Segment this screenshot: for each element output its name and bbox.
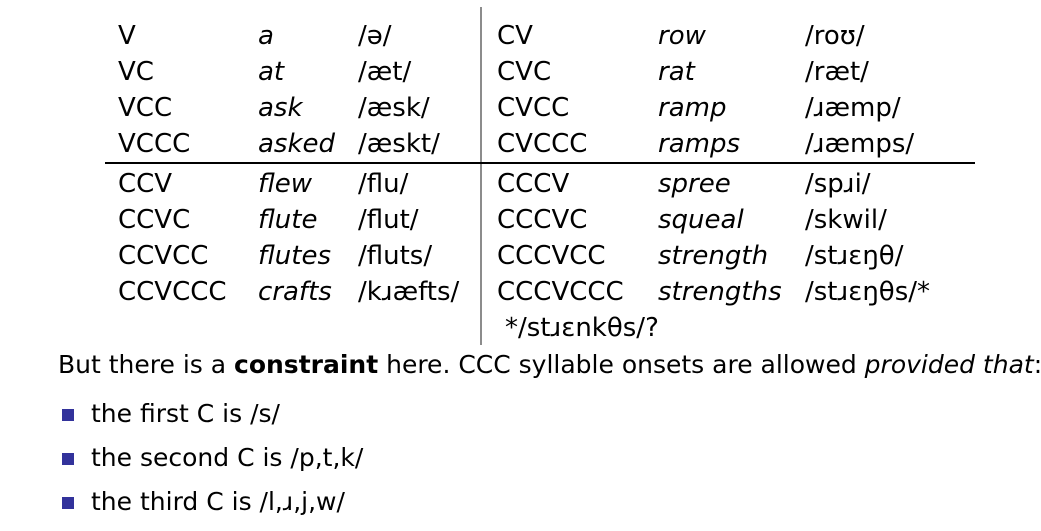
cell-word: rat [658,57,695,87]
cell-ipa: /ɹæmp/ [805,93,901,123]
cell-ipa: /æskt/ [358,129,440,159]
cell-pattern: CCCVCC [497,241,606,271]
bullet-square-icon [62,453,74,465]
list-item: the first C is /s/ [58,392,758,436]
cell-ipa: /æsk/ [358,93,430,123]
cell-ipa-continuation: */stɹɛnkθs/? [505,313,659,343]
cell-word: crafts [258,277,332,307]
list-item-label: the third C is /l,ɹ,j,w/ [91,487,345,516]
cell-pattern: CCV [118,169,173,199]
cell-pattern: CCVC [118,205,191,235]
cell-ipa: /fluts/ [358,241,433,271]
cell-ipa: /flut/ [358,205,419,235]
cell-ipa: /spɹi/ [805,169,871,199]
cell-pattern: V [118,21,136,51]
cell-pattern: CVCC [497,93,570,123]
cell-pattern: CVC [497,57,552,87]
cell-ipa: /skwil/ [805,205,887,235]
paragraph-text-part-1: But there is a [58,350,235,379]
constraint-paragraph: But there is a constraint here. CCC syll… [58,348,1041,382]
cell-word: a [258,21,274,51]
cell-ipa: /æt/ [358,57,412,87]
cell-word: spree [658,169,731,199]
bullet-square-icon [62,497,74,509]
table-horizontal-rule [105,162,975,164]
cell-pattern: CVCCC [497,129,588,159]
cell-pattern: CCCV [497,169,570,199]
list-item-label: the first C is /s/ [91,399,280,428]
syllable-structure-table: V a /ə/ VC at /æt/ VCC ask /æsk/ VCCC as… [105,7,975,345]
cell-word: squeal [658,205,744,235]
constraint-bullet-list: the first C is /s/ the second C is /p,t,… [58,392,758,524]
cell-word: ask [258,93,303,123]
cell-word: strengths [658,277,782,307]
list-item: the third C is /l,ɹ,j,w/ [58,480,758,524]
paragraph-italic-phrase: provided that [864,350,1034,379]
cell-ipa: /ə/ [358,21,392,51]
cell-word: asked [258,129,336,159]
cell-word: ramps [658,129,740,159]
table-vertical-divider [480,7,482,345]
cell-pattern: CCVCC [118,241,209,271]
cell-word: flute [258,205,318,235]
bullet-square-icon [62,409,74,421]
cell-ipa: /ræt/ [805,57,869,87]
cell-word: strength [658,241,769,271]
cell-pattern: VCC [118,93,173,123]
cell-pattern: VCCC [118,129,191,159]
paragraph-text-part-3: : [1034,350,1041,379]
cell-word: ramp [658,93,727,123]
cell-pattern: CV [497,21,533,51]
cell-word: row [658,21,706,51]
cell-ipa: /roʊ/ [805,21,865,51]
cell-ipa: /kɹæfts/ [358,277,460,307]
cell-pattern: CCCVCCC [497,277,624,307]
paragraph-text-part-2: here. CCC syllable onsets are allowed [378,350,865,379]
cell-pattern: VC [118,57,154,87]
list-item: the second C is /p,t,k/ [58,436,758,480]
cell-ipa: /stɹɛŋθs/* [805,277,931,307]
list-item-label: the second C is /p,t,k/ [91,443,364,472]
paragraph-bold-term: constraint [234,350,379,379]
cell-ipa: /flu/ [358,169,409,199]
cell-word: flew [258,169,313,199]
cell-ipa: /stɹɛŋθ/ [805,241,904,271]
cell-ipa: /ɹæmps/ [805,129,915,159]
cell-pattern: CCVCCC [118,277,227,307]
cell-word: flutes [258,241,332,271]
cell-word: at [258,57,285,87]
cell-pattern: CCCVC [497,205,588,235]
